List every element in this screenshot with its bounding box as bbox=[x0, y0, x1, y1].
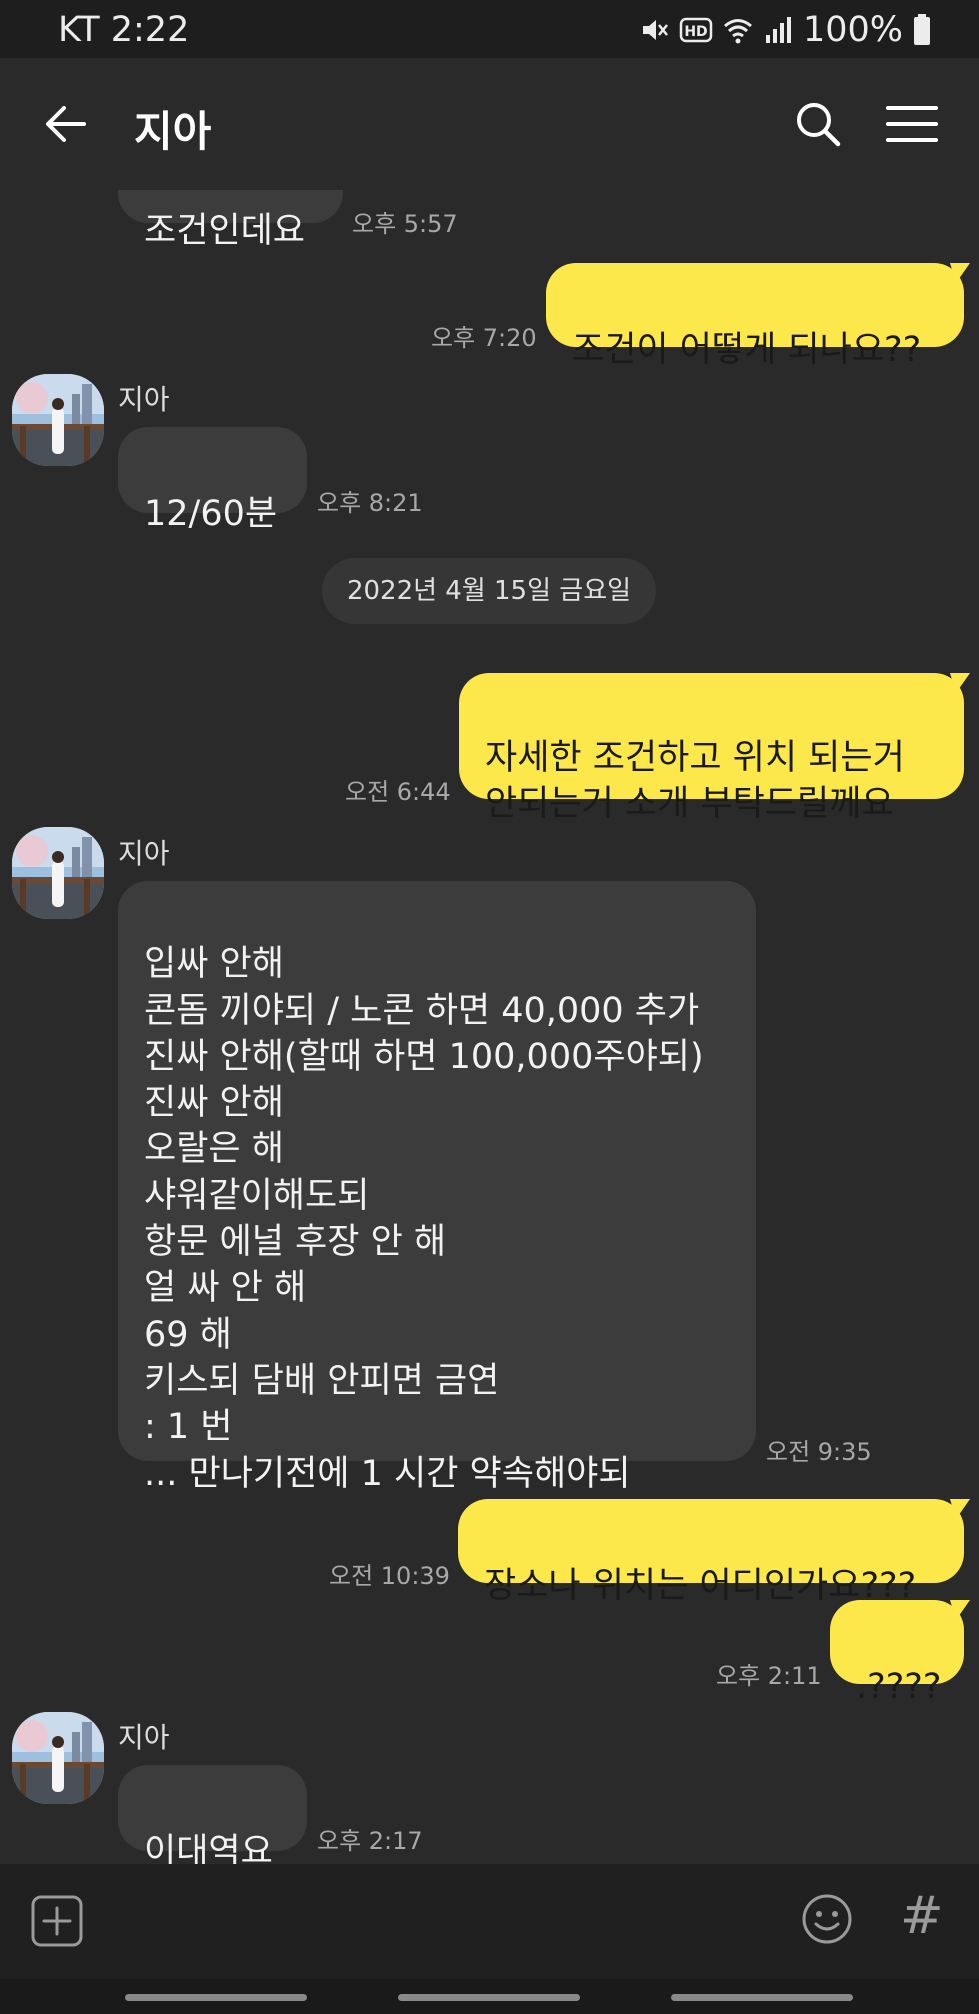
profile-photo bbox=[12, 374, 104, 466]
message-list[interactable]: 조건인데요 오후 5:57 조건이 어떻게 되나요?? 오후 7:20 지아 1… bbox=[0, 190, 979, 1864]
system-nav-bar bbox=[0, 1979, 979, 2014]
chat-header: 지아 bbox=[0, 58, 979, 190]
message-text: 조건이 어떻게 되나요?? bbox=[572, 330, 922, 370]
menu-icon[interactable] bbox=[884, 98, 940, 150]
signal-icon bbox=[765, 17, 791, 43]
profile-photo bbox=[12, 1712, 104, 1804]
message-text: 이대역요 bbox=[144, 1832, 273, 1864]
message-time: 오후 2:11 bbox=[716, 1662, 822, 1690]
hd-icon: HD bbox=[679, 17, 713, 43]
back-arrow-icon[interactable] bbox=[40, 98, 92, 150]
message-bubble-incoming[interactable]: 입싸 안해 콘돔 끼야되 / 노콘 하면 40,000 추가 진싸 안해(할때 … bbox=[118, 881, 756, 1494]
search-icon[interactable] bbox=[792, 98, 844, 150]
nav-back-pill[interactable] bbox=[671, 1994, 853, 2001]
nav-recent-pill[interactable] bbox=[125, 1994, 307, 2001]
message-text: 입싸 안해 콘돔 끼야되 / 노콘 하면 40,000 추가 진싸 안해(할때 … bbox=[144, 944, 704, 1494]
status-bar: KT 2:22 HD 100% bbox=[0, 0, 979, 58]
hd-label: HD bbox=[684, 24, 707, 40]
message-text: 조건인데요 bbox=[144, 211, 306, 251]
message-bubble-outgoing[interactable]: 장소나 위치는 어디인가요??? bbox=[458, 1499, 964, 1606]
message-time: 오후 7:20 bbox=[431, 324, 537, 352]
message-input-bar[interactable]: # bbox=[0, 1864, 979, 1979]
bubble-tail bbox=[950, 1600, 970, 1620]
message-bubble-outgoing[interactable]: .???? bbox=[830, 1600, 964, 1707]
message-time: 오후 5:57 bbox=[352, 210, 458, 238]
avatar[interactable] bbox=[12, 1712, 104, 1804]
hashtag-icon[interactable]: # bbox=[900, 1886, 944, 1946]
sender-name: 지아 bbox=[118, 837, 170, 870]
message-time: 오전 10:39 bbox=[329, 1562, 450, 1590]
message-text: .???? bbox=[856, 1667, 942, 1707]
battery-icon bbox=[914, 14, 930, 45]
message-bubble-incoming[interactable]: 조건인데요 bbox=[118, 190, 343, 251]
message-bubble-outgoing[interactable]: 자세한 조건하고 위치 되는거 안되는거 소개 부탁드릴께요 bbox=[459, 673, 964, 824]
message-bubble-incoming[interactable]: 12/60분 bbox=[118, 427, 307, 534]
message-time: 오후 2:17 bbox=[317, 1827, 423, 1855]
status-icons: HD 100% bbox=[639, 10, 931, 50]
profile-photo bbox=[12, 827, 104, 919]
sender-name: 지아 bbox=[118, 383, 170, 416]
nav-home-pill[interactable] bbox=[398, 1994, 580, 2001]
status-time: KT 2:22 bbox=[58, 10, 190, 50]
message-text: 자세한 조건하고 위치 되는거 안되는거 소개 부탁드릴께요 bbox=[485, 738, 905, 824]
message-bubble-outgoing[interactable]: 조건이 어떻게 되나요?? bbox=[546, 263, 964, 370]
message-text: 12/60분 bbox=[144, 494, 278, 534]
message-time: 오전 6:44 bbox=[345, 778, 451, 806]
sender-name: 지아 bbox=[118, 1721, 170, 1754]
wifi-icon bbox=[723, 19, 752, 44]
message-time: 오전 9:35 bbox=[766, 1438, 872, 1466]
avatar[interactable] bbox=[12, 827, 104, 919]
bubble-tail bbox=[950, 673, 970, 693]
battery-percent: 100% bbox=[802, 10, 903, 50]
bubble-tail bbox=[950, 1499, 970, 1519]
message-bubble-incoming[interactable]: 이대역요 bbox=[118, 1765, 307, 1864]
chat-title: 지아 bbox=[134, 107, 212, 156]
bubble-tail bbox=[950, 263, 970, 283]
emoji-icon[interactable] bbox=[800, 1892, 854, 1946]
message-time: 오후 8:21 bbox=[317, 489, 423, 517]
avatar[interactable] bbox=[12, 374, 104, 466]
date-divider: 2022년 4월 15일 금요일 bbox=[322, 558, 656, 624]
mute-icon bbox=[642, 20, 668, 40]
add-icon[interactable] bbox=[30, 1894, 84, 1948]
